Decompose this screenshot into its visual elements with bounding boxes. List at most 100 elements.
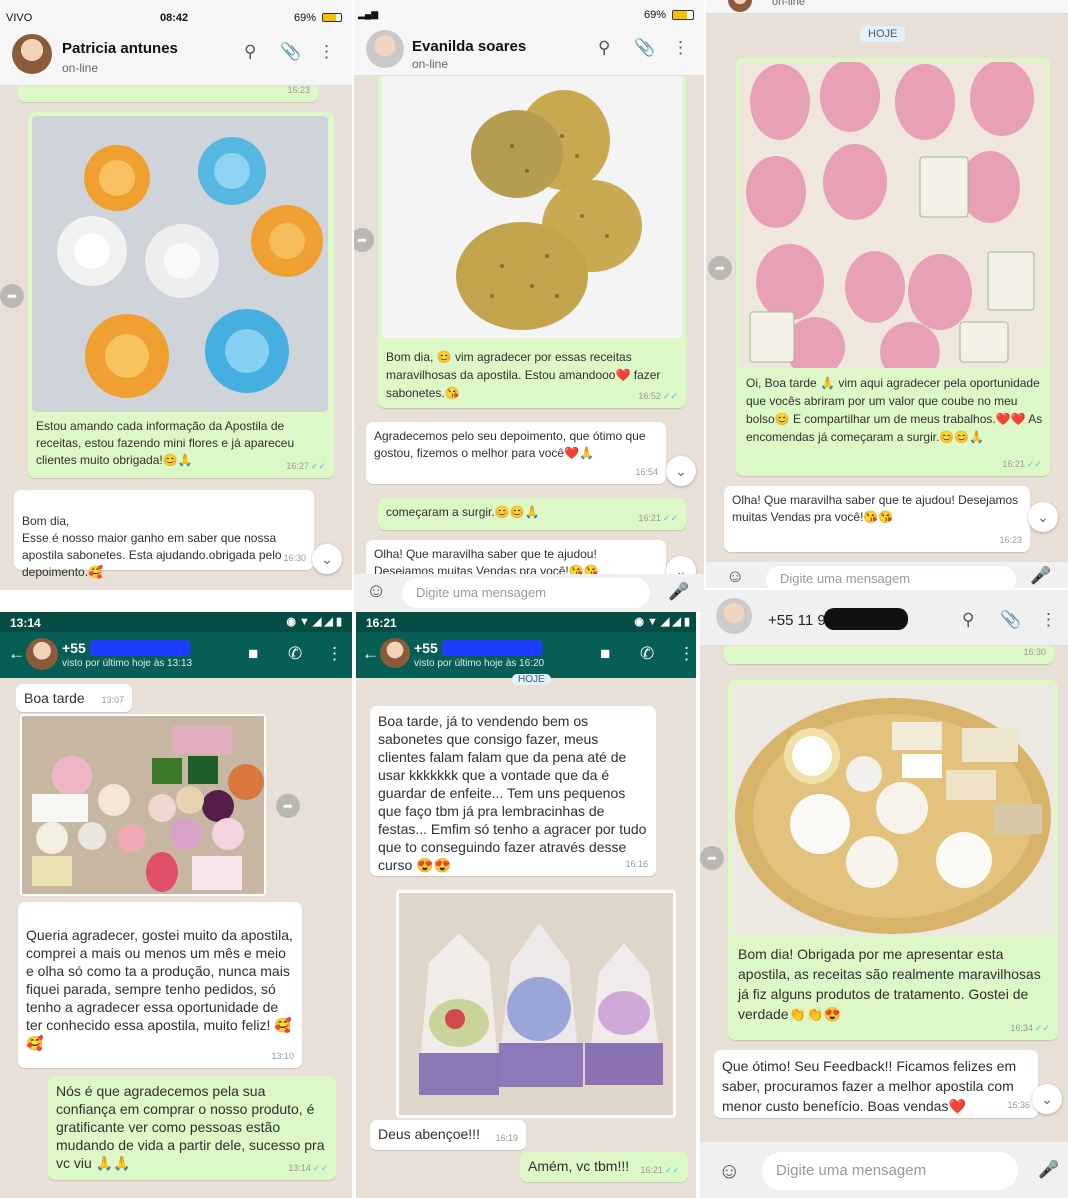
signal-icon: ◉ ▼ ◢ ◢ ▮	[286, 616, 342, 628]
emoji-icon[interactable]: ☺	[366, 580, 386, 603]
chat-panel-evanilda: ▂▄▆ 69% Evanilda soares on-line ⚲ 📎 ⋮ Bo…	[354, 0, 704, 612]
redaction-bar	[824, 608, 908, 630]
search-icon[interactable]: ⚲	[244, 42, 256, 62]
menu-icon[interactable]: ⋮	[672, 38, 689, 58]
attach-icon[interactable]: 📎	[1000, 610, 1021, 630]
read-ticks-icon: ✓✓	[312, 1163, 328, 1173]
chat-header: ▂▄▆ 69% Evanilda soares on-line ⚲ 📎 ⋮	[354, 0, 704, 76]
message-text: Boa tarde, já to vendendo bem os sabonet…	[378, 713, 647, 873]
message-time: 16:21 ✓✓	[640, 1162, 680, 1179]
search-icon[interactable]: ⚲	[962, 610, 974, 630]
cosmetics-tray-photo[interactable]	[732, 684, 1054, 936]
message-bubble: Que ótimo! Seu Feedback!! Ficamos felize…	[714, 1050, 1038, 1118]
status-bar: VIVO 08:42 69%	[0, 0, 352, 24]
message-input[interactable]: Digite uma mensagem	[402, 578, 650, 608]
mic-icon[interactable]: 🎤	[668, 582, 689, 602]
attach-icon[interactable]: 📎	[634, 38, 655, 58]
contact-name[interactable]: +55 11 9	[768, 612, 826, 629]
contact-name[interactable]: +55	[414, 640, 438, 656]
phone-icon[interactable]: ✆	[640, 644, 654, 664]
chevron-down-icon[interactable]: ⌄	[1032, 1084, 1062, 1114]
date-chip: HOJE	[512, 674, 551, 685]
baby-feet-soaps-photo[interactable]	[740, 62, 1046, 368]
mic-icon[interactable]: 🎤	[1038, 1160, 1059, 1180]
attach-icon[interactable]: 📎	[280, 42, 301, 62]
chevron-down-icon[interactable]: ⌄	[1028, 502, 1058, 532]
menu-icon[interactable]: ⋮	[678, 644, 695, 664]
time-label: 16:27	[286, 461, 309, 471]
message-text: Deus abençoe!!!	[378, 1126, 480, 1142]
message-text: Oi, Boa tarde 🙏 vim aqui agradecer pela …	[746, 376, 1043, 444]
message-bubble: 16:23	[18, 85, 318, 102]
forward-icon[interactable]: ➦	[708, 256, 732, 280]
message-bubble: Queria agradecer, gostei muito da aposti…	[18, 902, 302, 1068]
phone-icon[interactable]: ✆	[288, 644, 302, 664]
gift-soaps-photo[interactable]	[396, 890, 676, 1118]
message-time: 16:30	[283, 553, 306, 563]
message-bubble: Agradecemos pelo seu depoimento, que óti…	[366, 422, 666, 484]
forward-icon[interactable]: ➦	[354, 228, 374, 252]
read-ticks-icon: ✓✓	[310, 461, 326, 471]
forward-icon[interactable]: ➦	[700, 846, 724, 870]
clock: 13:14	[10, 616, 41, 630]
redaction-bar	[90, 640, 190, 656]
menu-icon[interactable]: ⋮	[318, 42, 335, 62]
gift-soaps-image	[399, 893, 673, 1115]
message-time: 16:36	[1007, 1100, 1030, 1110]
emoji-icon[interactable]: ☺	[718, 1158, 740, 1184]
menu-icon[interactable]: ⋮	[1040, 610, 1057, 630]
message-text: Bom dia, Esse é nosso maior ganho em sab…	[22, 514, 282, 579]
mic-icon[interactable]: 🎤	[1030, 566, 1051, 586]
clock: 16:21	[366, 616, 397, 630]
video-icon[interactable]: ■	[248, 644, 258, 664]
read-ticks-icon: ✓✓	[662, 513, 678, 523]
avatar[interactable]	[12, 34, 52, 74]
search-icon[interactable]: ⚲	[598, 38, 610, 58]
herbal-soap-photo[interactable]	[382, 76, 682, 338]
status-bar: 16:21 ◉ ▼ ◢ ◢ ▮	[356, 612, 696, 632]
message-time: 13:14 ✓✓	[288, 1159, 328, 1177]
menu-icon[interactable]: ⋮	[326, 644, 343, 664]
avatar[interactable]	[366, 30, 404, 68]
message-text: Olha! Que maravilha saber que te ajudou!…	[732, 493, 1019, 524]
battery-icon	[322, 13, 342, 22]
soap-flowers-photo[interactable]	[32, 116, 328, 412]
soap-collection-photo[interactable]	[20, 714, 266, 896]
time-label: 16:52	[638, 391, 661, 401]
message-input[interactable]: Digite uma mensagem	[762, 1152, 1018, 1190]
status-bar: 13:14 ◉ ▼ ◢ ◢ ▮	[0, 612, 352, 632]
chat-panel-patricia: VIVO 08:42 69% Patricia antunes on-line …	[0, 0, 352, 590]
herbal-soap-image	[456, 90, 642, 330]
message-time: 16:23	[287, 85, 310, 95]
date-chip: HOJE	[860, 26, 906, 42]
message-input[interactable]: Digite uma mensagem	[766, 566, 1016, 588]
back-icon[interactable]: ←	[362, 644, 379, 664]
message-text: Bom dia, 😊 vim agradecer por essas recei…	[386, 350, 661, 400]
message-time: 16:16	[625, 859, 648, 869]
contact-name[interactable]: Evanilda soares	[412, 38, 526, 55]
chevron-down-icon[interactable]: ⌄	[666, 456, 696, 486]
video-icon[interactable]: ■	[600, 644, 610, 664]
chat-panel-boa-tarde: 13:14 ◉ ▼ ◢ ◢ ▮ ← +55 visto por último h…	[0, 612, 352, 1198]
read-ticks-icon: ✓✓	[662, 391, 678, 401]
avatar[interactable]	[26, 638, 58, 670]
message-bubble: Oi, Boa tarde 🙏 vim aqui agradecer pela …	[736, 58, 1050, 476]
back-icon[interactable]: ←	[8, 644, 25, 664]
emoji-icon[interactable]: ☺	[726, 566, 744, 587]
time-label: 16:21	[1002, 459, 1025, 469]
contact-name[interactable]: +55	[62, 640, 86, 656]
chat-panel-feet-soaps: on-line HOJE Oi, Boa tarde 🙏 vim aqui ag…	[706, 0, 1068, 588]
chevron-down-icon[interactable]: ⌄	[312, 544, 342, 574]
forward-icon[interactable]: ➦	[0, 284, 24, 308]
contact-name[interactable]: Patricia antunes	[62, 40, 178, 57]
chat-header: on-line	[706, 0, 1068, 14]
message-text: Bom dia! Obrigada por me apresentar esta…	[738, 946, 1041, 1022]
forward-icon[interactable]: ➦	[276, 794, 300, 818]
contact-status: on-line	[772, 0, 806, 8]
avatar[interactable]	[716, 598, 752, 634]
message-bubble: Deus abençoe!!! 16:19	[370, 1120, 526, 1150]
message-bubble: Bom dia, Esse é nosso maior ganho em sab…	[14, 490, 314, 579]
contact-status: on-line	[412, 57, 449, 71]
avatar[interactable]	[380, 638, 410, 668]
avatar[interactable]	[728, 0, 752, 12]
